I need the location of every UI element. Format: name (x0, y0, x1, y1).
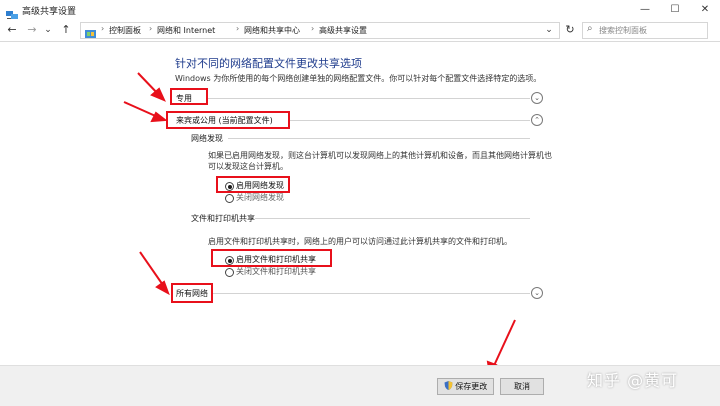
annotation-arrowhead (155, 280, 170, 296)
annotation-arrow (139, 251, 166, 289)
cancel-button[interactable]: 取消 (500, 378, 544, 395)
cancel-button-label: 取消 (514, 382, 530, 391)
annotation-arrowhead (150, 111, 168, 123)
save-button[interactable]: 保存更改 (437, 378, 494, 395)
save-button-label: 保存更改 (455, 382, 488, 391)
annotation-arrows (123, 72, 516, 378)
shield-icon (444, 381, 453, 390)
watermark: 知乎 @黄可 (587, 371, 679, 390)
annotation-arrow (491, 319, 516, 371)
